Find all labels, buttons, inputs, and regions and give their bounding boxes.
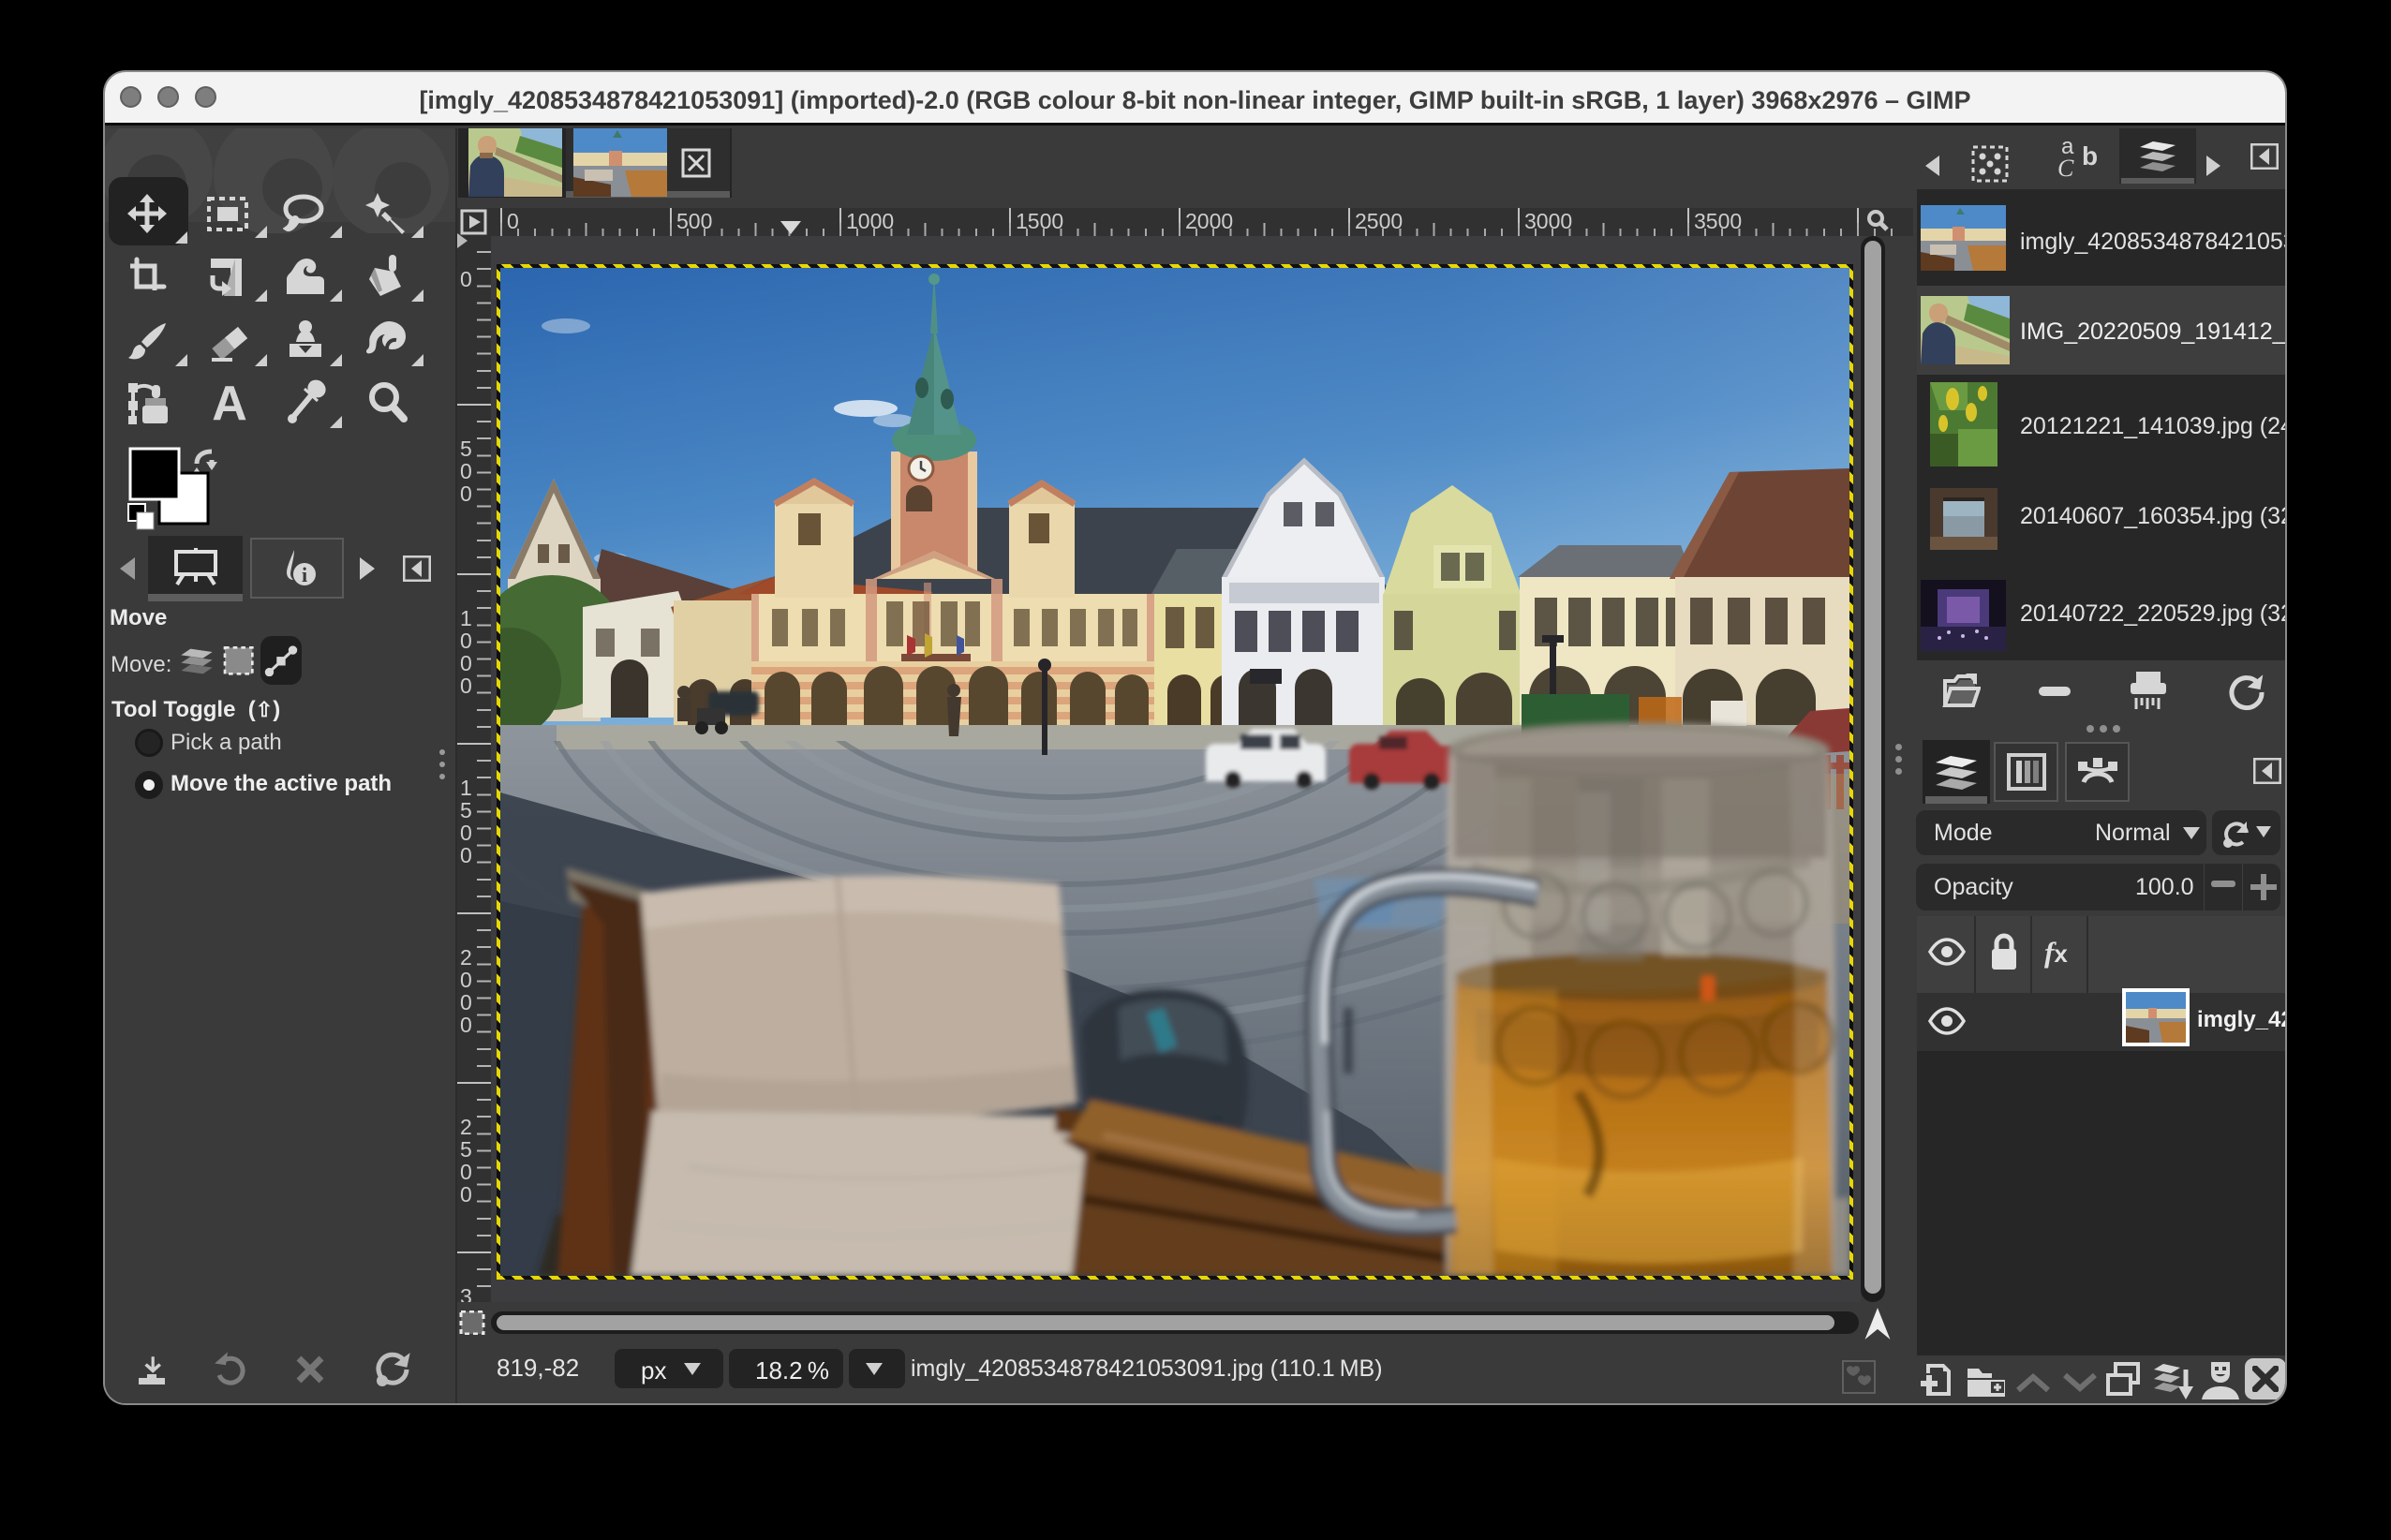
svg-text:i: i	[302, 563, 307, 586]
svg-text:A: A	[212, 382, 247, 423]
